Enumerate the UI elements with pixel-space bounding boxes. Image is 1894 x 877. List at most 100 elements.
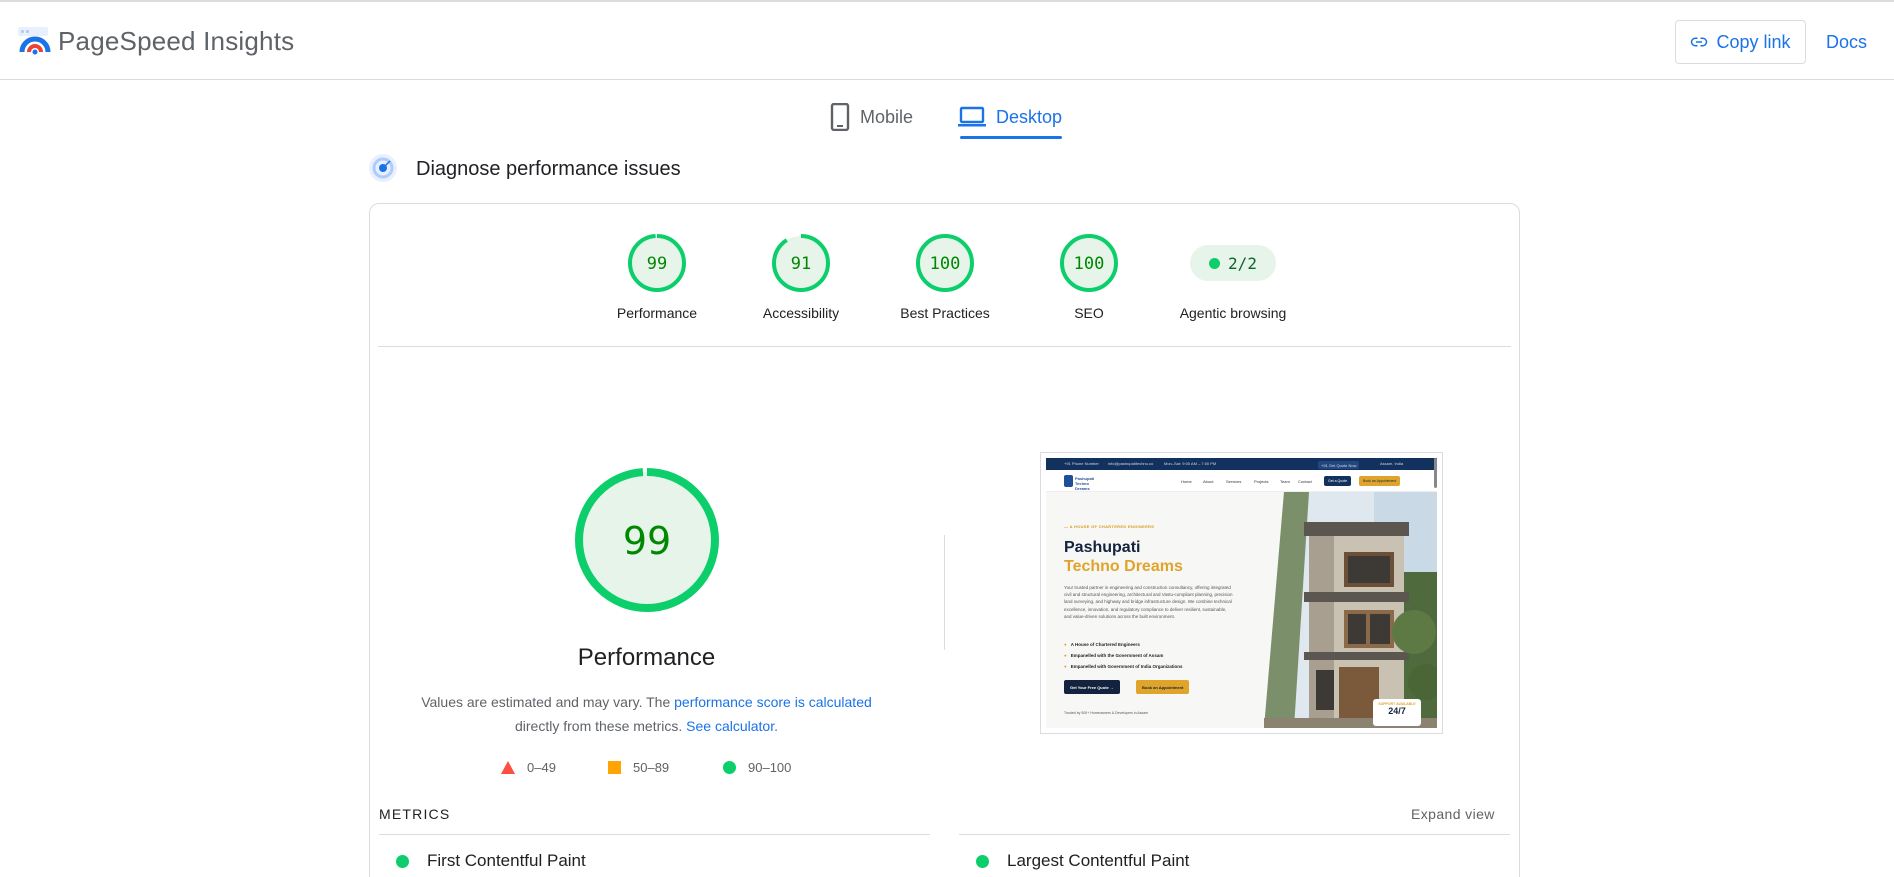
- gauge-value: 91: [791, 254, 811, 274]
- site-cta-appointment: Book an Appointment: [1359, 476, 1401, 486]
- pass-circle-icon: [396, 854, 409, 868]
- gauge-label: Best Practices: [900, 305, 990, 321]
- agentic-value: 2/2: [1228, 253, 1257, 273]
- gauge-label: Accessibility: [762, 305, 840, 321]
- docs-link[interactable]: Docs: [1826, 32, 1867, 53]
- performance-score: 99: [623, 519, 671, 563]
- diagnose-lighthouse-icon: [369, 154, 397, 182]
- site-topbar-button: +91 Get Quote Now: [1318, 461, 1360, 469]
- metrics-divider-left: [379, 834, 930, 835]
- vertical-divider: [944, 535, 945, 650]
- pass-circle-icon: [976, 854, 989, 868]
- site-menu-team: Team: [1280, 479, 1290, 484]
- fail-triangle-icon: [501, 761, 515, 774]
- gauge-accessibility[interactable]: 91 Accessibility: [731, 233, 871, 321]
- metric-fcp[interactable]: First Contentful Paint: [396, 851, 586, 871]
- gauge-value: 100: [1074, 254, 1105, 274]
- performance-gauge-large: 99: [575, 468, 719, 612]
- legend-average: 50–89: [608, 760, 669, 775]
- legend-poor-label: 0–49: [527, 760, 556, 775]
- site-bullet: A House of Chartered Engineers: [1064, 642, 1140, 647]
- score-calculated-link[interactable]: performance score is calculated: [674, 694, 872, 710]
- gauge-label: Performance: [616, 305, 698, 321]
- legend-poor: 0–49: [501, 760, 556, 775]
- site-bullet: Empanelled with the Government of Assam: [1064, 653, 1164, 658]
- tab-mobile[interactable]: Mobile: [830, 94, 913, 140]
- site-topbar-phone: +91 Phone Number: [1064, 461, 1099, 466]
- site-trust-line: Trusted by 500+ Homeowners & Developers …: [1064, 711, 1149, 715]
- note-middle: directly from these metrics.: [515, 718, 683, 734]
- section-title: Diagnose performance issues: [416, 158, 681, 180]
- tab-desktop[interactable]: Desktop: [958, 94, 1062, 140]
- gauge-performance[interactable]: 99 Performance: [587, 233, 727, 321]
- site-topbar: +91 Phone Number info@pashupatitechno.co…: [1046, 458, 1437, 470]
- average-square-icon: [608, 761, 621, 774]
- tab-mobile-label: Mobile: [860, 106, 914, 127]
- building-photo: [1264, 492, 1437, 728]
- site-badge-value: 24/7: [1388, 706, 1406, 716]
- metrics-divider-right: [959, 834, 1510, 835]
- gauge-value: 99: [647, 254, 667, 274]
- final-screenshot[interactable]: +91 Phone Number info@pashupatitechno.co…: [1040, 452, 1443, 734]
- gauge-label: SEO: [1074, 305, 1104, 321]
- copy-link-button[interactable]: Copy link: [1675, 20, 1806, 64]
- site-menu-services: Services: [1226, 479, 1242, 484]
- app-header: PageSpeed Insights Copy link Docs: [0, 2, 1894, 80]
- pass-dot-icon: [1209, 257, 1221, 269]
- expand-view-toggle[interactable]: Expand view: [1411, 806, 1495, 822]
- site-logo-mark: [1064, 475, 1073, 487]
- gauge-ring: 91: [772, 234, 830, 292]
- gauge-ring: 99: [628, 234, 686, 292]
- site-menu-contact: Contact: [1298, 479, 1312, 484]
- screenshot-scrollbar: [1434, 458, 1437, 488]
- performance-title: Performance: [577, 644, 716, 671]
- site-headline: Pashupati Techno Dreams: [1064, 538, 1183, 576]
- site-bullet: Empanelled with Government of India Orga…: [1064, 664, 1183, 669]
- score-note: Values are estimated and may vary. The p…: [400, 690, 893, 738]
- gauge-seo[interactable]: 100 SEO: [1019, 233, 1159, 321]
- site-logo: Pashupati Techno Dreams: [1064, 474, 1102, 491]
- gauges-divider: [378, 346, 1511, 347]
- site-menu-home: Home: [1181, 479, 1192, 484]
- gauge-label: Agentic browsing: [1179, 305, 1287, 321]
- site-menu-projects: Projects: [1254, 479, 1269, 484]
- site-menu-about: About: [1203, 479, 1214, 484]
- gauge-ring: 100: [916, 234, 974, 292]
- site-headline-line2: Techno Dreams: [1064, 558, 1183, 575]
- tab-desktop-label: Desktop: [996, 106, 1063, 127]
- site-headline-line1: Pashupati: [1064, 539, 1141, 556]
- gauge-ring: 100: [1060, 234, 1118, 292]
- site-paragraph: Your trusted partner in engineering and …: [1064, 585, 1233, 619]
- site-topbar-location: Assam, India: [1380, 461, 1404, 466]
- site-cta-quote: Get a Quote: [1324, 476, 1352, 486]
- agentic-pill: 2/2: [1190, 245, 1276, 281]
- desktop-laptop-icon: [958, 106, 986, 127]
- link-icon: [1691, 37, 1708, 47]
- note-prefix: Values are estimated and may vary. The: [421, 694, 675, 710]
- site-topbar-email: info@pashupatitechno.co: [1108, 461, 1154, 466]
- pass-circle-icon: [723, 761, 736, 774]
- legend-good: 90–100: [723, 760, 791, 775]
- metric-label: Largest Contentful Paint: [1007, 851, 1190, 870]
- gauge-agentic-browsing[interactable]: 2/2 Agentic browsing: [1163, 233, 1303, 321]
- active-tab-indicator: [960, 136, 1062, 139]
- app-title: PageSpeed Insights: [58, 26, 295, 56]
- pagespeed-logo-icon[interactable]: [18, 24, 52, 58]
- mobile-phone-icon: [830, 103, 850, 131]
- site-button-quote: Get Your Free Quote →: [1064, 680, 1120, 694]
- site-topbar-hours: Mon–Sat: 9:00 AM – 7:00 PM: [1164, 461, 1217, 466]
- legend-average-label: 50–89: [633, 760, 670, 775]
- site-kicker: — A HOUSE OF CHARTERED ENGINEERS: [1064, 524, 1155, 529]
- site-button-appointment: Book an Appointment: [1136, 680, 1190, 694]
- site-support-badge: SUPPORT AVAILABLE 24/7: [1373, 699, 1421, 726]
- metric-label: First Contentful Paint: [427, 851, 586, 870]
- metric-lcp[interactable]: Largest Contentful Paint: [976, 851, 1189, 871]
- site-logo-text: Pashupati Techno Dreams: [1075, 476, 1095, 491]
- metrics-heading: METRICS: [379, 806, 451, 822]
- screenshot-content: +91 Phone Number info@pashupatitechno.co…: [1046, 458, 1437, 728]
- legend-good-label: 90–100: [748, 760, 792, 775]
- gauge-value: 100: [930, 254, 961, 274]
- copy-link-label: Copy link: [1716, 31, 1791, 52]
- gauge-best-practices[interactable]: 100 Best Practices: [875, 233, 1015, 321]
- see-calculator-link[interactable]: See calculator.: [686, 718, 778, 734]
